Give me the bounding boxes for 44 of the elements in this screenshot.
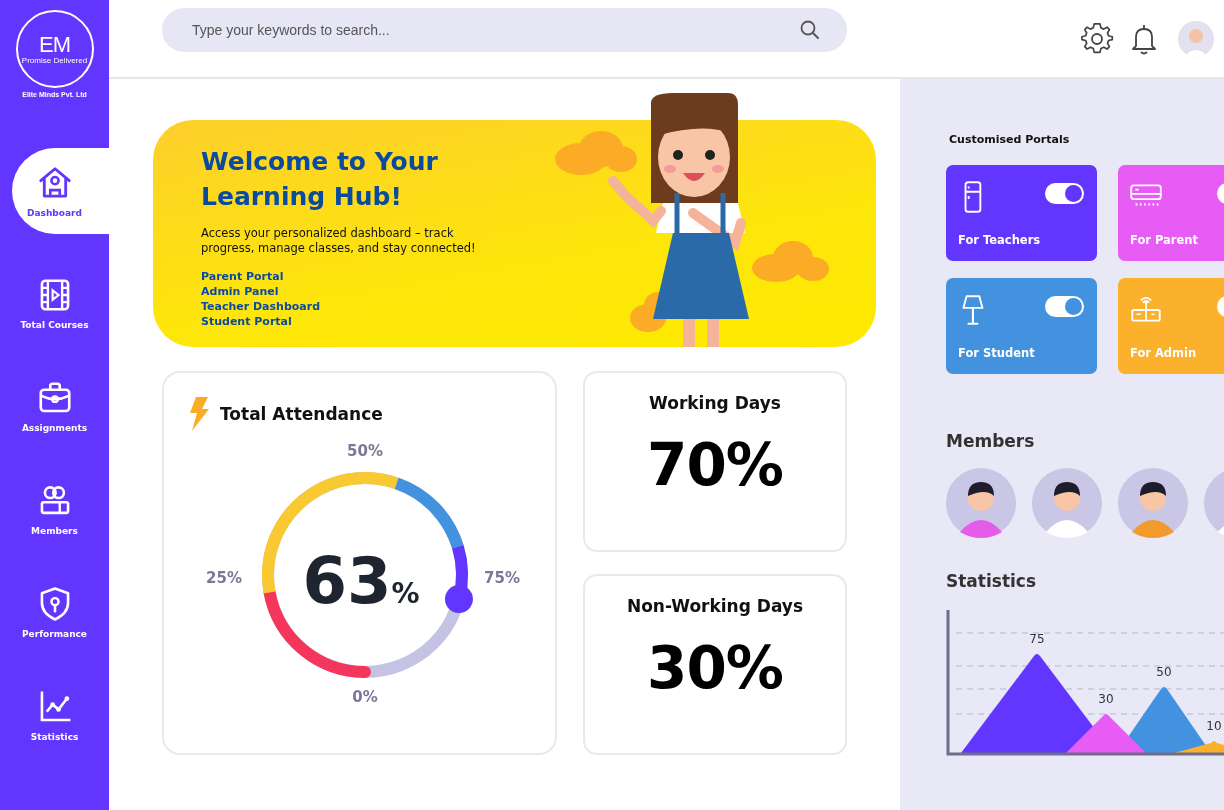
sidebar-item[interactable]: Assignments [12,354,109,457]
search-icon[interactable] [799,18,821,41]
card-title: Working Days [649,393,781,413]
stat-value: 70% [647,431,783,499]
peak-label: 75 [1029,632,1045,646]
stat-value: 30% [647,634,783,702]
peak-label: 10 [1206,719,1222,733]
lightning-icon [188,397,210,431]
search-bar[interactable]: Type your keywords to search... [162,7,847,52]
portal-link[interactable]: Parent Portal [201,269,284,284]
gauge-tick-label: 50% [347,442,383,460]
toggle-switch[interactable] [1045,183,1084,204]
search-field[interactable]: Type your keywords to search... [192,21,799,38]
portal-link[interactable]: Student Portal [201,314,292,329]
banner-title: Welcome to Your Learning Hub! [201,146,439,213]
portal-card[interactable]: For Student [946,278,1097,374]
attendance-value: 63% [302,544,420,618]
portal-link[interactable]: Admin Panel [201,284,279,299]
peak-label: 50 [1156,665,1172,679]
gauge-knob[interactable] [444,585,473,614]
peak-label: 30 [1098,692,1114,706]
sidebar-item[interactable]: Performance [12,560,109,663]
portal-link[interactable]: Teacher Dashboard [201,299,321,314]
gauge-tick-label: 0% [352,688,378,706]
card-title: Non-Working Days [626,596,804,616]
settings-icon[interactable] [1080,21,1114,56]
portal-card[interactable]: For Teachers [946,165,1097,261]
logo-tagline: Promise Delivered [21,55,88,65]
member-avatar[interactable] [946,468,1016,538]
toggle-switch[interactable] [1045,296,1084,317]
card-title: Total Attendance [220,404,383,424]
section-title: Customised Portals [948,133,1071,146]
section-title: Members [946,431,1036,451]
banner-text: Access your personalized dashboard – track progress, manage classes, and stay connected! [201,226,477,256]
sidebar-item[interactable]: Statistics [12,663,109,766]
sidebar-item[interactable]: Members [12,457,109,560]
gauge-tick-label: 25% [206,569,242,587]
member-avatar[interactable] [1118,468,1188,538]
member-avatar[interactable] [1032,468,1102,538]
section-title: Statistics [946,571,1038,591]
gauge-tick-label: 75% [484,569,520,587]
sidebar-item[interactable]: Dashboard [12,148,109,234]
sidebar-item[interactable]: Total Courses [12,251,109,354]
logo-initials: EM [39,33,70,56]
